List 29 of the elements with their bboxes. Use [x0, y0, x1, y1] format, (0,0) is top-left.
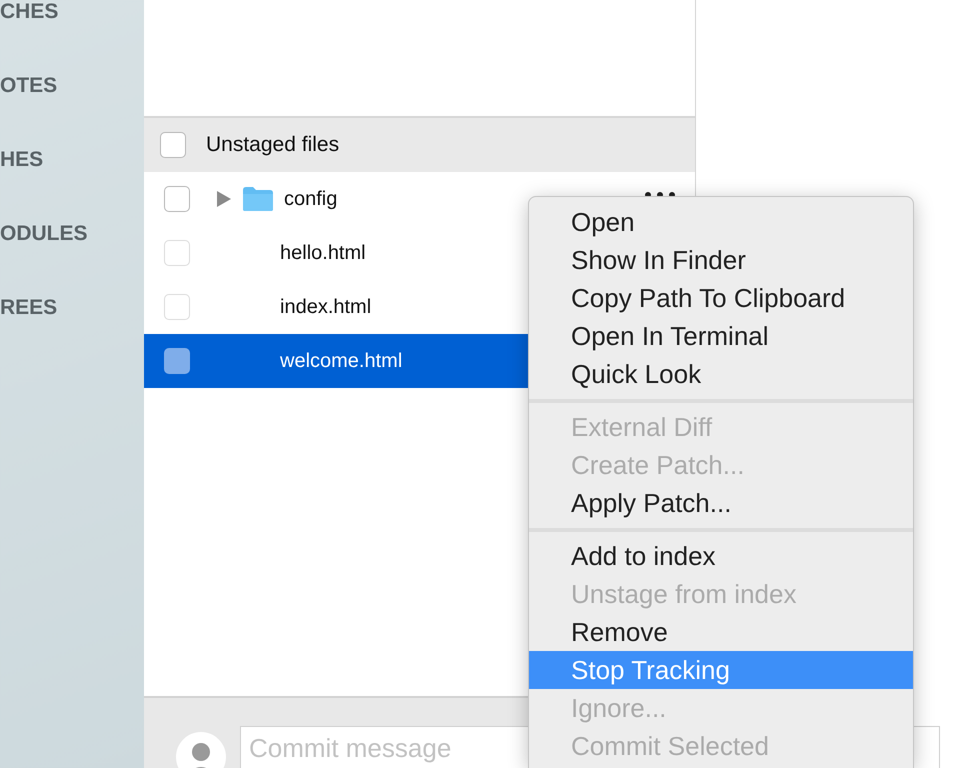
menu-item[interactable]: Add to index — [529, 537, 913, 575]
checkbox[interactable] — [164, 294, 190, 320]
file-name: welcome.html — [280, 350, 402, 372]
section-heading[interactable]: OTES — [0, 74, 58, 98]
checkbox[interactable] — [164, 186, 190, 212]
menu-item[interactable]: Remove — [529, 613, 913, 651]
menu-item[interactable]: Show In Finder — [529, 241, 913, 279]
file-name: hello.html — [280, 242, 366, 264]
checkbox[interactable] — [164, 240, 190, 266]
avatar-icon — [176, 732, 226, 768]
section-heading[interactable]: CHES — [0, 0, 58, 24]
checkbox[interactable] — [160, 132, 186, 158]
menu-item[interactable]: Apply Patch... — [529, 484, 913, 522]
checkbox[interactable] — [164, 348, 190, 374]
menu-item: Ignore... — [570, 692, 668, 725]
menu-item: Commit Selected — [570, 730, 770, 763]
file-name: config — [284, 188, 338, 210]
section-heading[interactable]: REES — [0, 296, 58, 320]
section-heading[interactable]: HES — [0, 148, 44, 172]
folder-icon — [242, 186, 274, 212]
section-title: Unstaged files — [206, 133, 340, 157]
menu-item: External Diff — [570, 411, 714, 444]
menu-item[interactable]: Open — [529, 203, 913, 241]
expand-triangle-icon[interactable] — [216, 190, 232, 208]
menu-item: Unstage from index — [570, 578, 798, 611]
menu-item: Create Patch... — [570, 449, 746, 482]
section-heading[interactable]: ODULES — [0, 222, 88, 246]
file-name: index.html — [280, 296, 372, 318]
menu-item[interactable]: Copy Path To Clipboard — [529, 279, 913, 317]
